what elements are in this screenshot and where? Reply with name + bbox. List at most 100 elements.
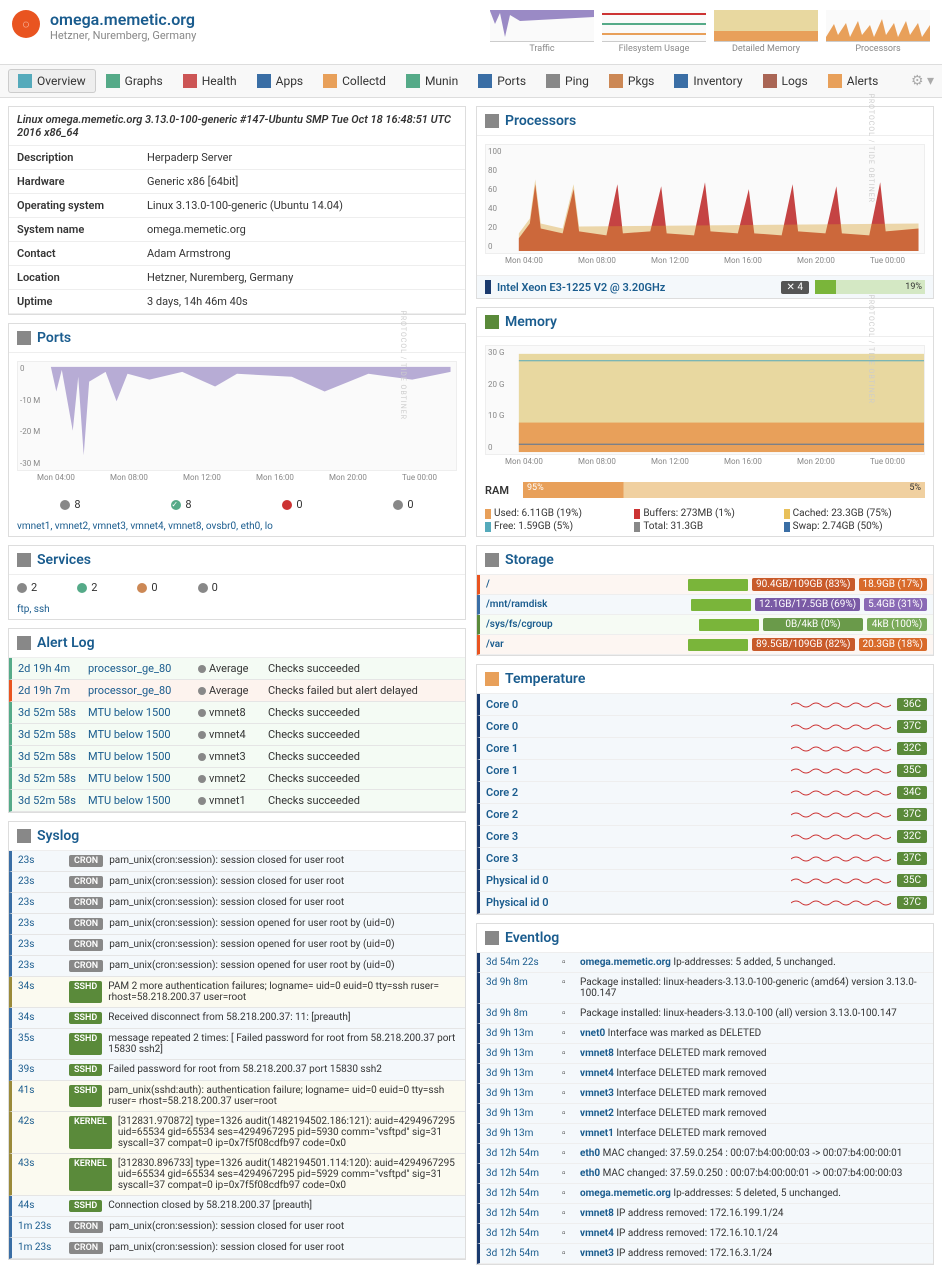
cpu-name[interactable]: Intel Xeon E3-1225 V2 @ 3.20GHz bbox=[497, 281, 775, 294]
event-row[interactable]: 3d 9h 8m▫Package installed: linux-header… bbox=[477, 973, 933, 1004]
event-row[interactable]: 3d 12h 54m▫vmnet8 IP address removed: 17… bbox=[477, 1204, 933, 1224]
temp-row[interactable]: Core 237C bbox=[477, 804, 933, 826]
syslog-row[interactable]: 34sSSHDPAM 2 more authentication failure… bbox=[9, 977, 465, 1008]
cpu-usage-bar: 19% bbox=[815, 280, 925, 294]
event-row[interactable]: 3d 12h 54m▫eth0 MAC changed: 37.59.0.254… bbox=[477, 1144, 933, 1164]
event-icon: ▫ bbox=[562, 1108, 574, 1119]
event-row[interactable]: 3d 12h 54m▫vmnet4 IP address removed: 17… bbox=[477, 1224, 933, 1244]
tab-pkgs[interactable]: Pkgs bbox=[599, 69, 664, 93]
storage-row[interactable]: /mnt/ramdisk12.1GB/17.5GB (69%)5.4GB (31… bbox=[477, 595, 933, 615]
tab-inventory[interactable]: Inventory bbox=[664, 69, 752, 93]
hostname[interactable]: omega.memetic.org bbox=[50, 10, 196, 29]
alert-row[interactable]: 2d 19h 7mprocessor_ge_80AverageChecks fa… bbox=[9, 680, 465, 702]
event-row[interactable]: 3d 9h 13m▫vnet0 Interface was marked as … bbox=[477, 1024, 933, 1044]
temp-row[interactable]: Core 037C bbox=[477, 716, 933, 738]
tab-alerts[interactable]: Alerts bbox=[818, 69, 889, 93]
alert-row[interactable]: 3d 52m 58sMTU below 1500vmnet2Checks suc… bbox=[9, 768, 465, 790]
temp-row[interactable]: Core 132C bbox=[477, 738, 933, 760]
storage-row[interactable]: /90.4GB/109GB (83%)18.9GB (17%) bbox=[477, 575, 933, 595]
event-row[interactable]: 3d 9h 13m▫vmnet3 Interface DELETED mark … bbox=[477, 1084, 933, 1104]
event-icon: ▫ bbox=[562, 1228, 574, 1239]
mini-chart-traffic[interactable]: Traffic bbox=[490, 10, 594, 54]
info-val: Generic x86 [64bit] bbox=[139, 170, 465, 194]
info-val: Herpaderp Server bbox=[139, 146, 465, 170]
event-row[interactable]: 3d 54m 22s▫omega.memetic.org Ip-addresse… bbox=[477, 953, 933, 973]
alert-row[interactable]: 3d 52m 58sMTU below 1500vmnet4Checks suc… bbox=[9, 724, 465, 746]
temp-row[interactable]: Core 234C bbox=[477, 782, 933, 804]
syslog-row[interactable]: 35sSSHDmessage repeated 2 times: [ Faile… bbox=[9, 1029, 465, 1060]
syslog-row[interactable]: 41sSSHDpam_unix(sshd:auth): authenticati… bbox=[9, 1081, 465, 1112]
event-row[interactable]: 3d 12h 54m▫eth0 MAC changed: 37.59.0.250… bbox=[477, 1164, 933, 1184]
syslog-row[interactable]: 39sSSHDFailed password for root from 58.… bbox=[9, 1060, 465, 1081]
tab-health[interactable]: Health bbox=[173, 69, 247, 93]
cpu-marker-icon bbox=[485, 280, 491, 294]
event-row[interactable]: 3d 9h 13m▫vmnet2 Interface DELETED mark … bbox=[477, 1104, 933, 1124]
temp-row[interactable]: Physical id 035C bbox=[477, 870, 933, 892]
syslog-row[interactable]: 23sCRONpam_unix(cron:session): session o… bbox=[9, 956, 465, 977]
mini-chart-detailed-memory[interactable]: Detailed Memory bbox=[714, 10, 818, 54]
tab-collectd[interactable]: Collectd bbox=[313, 69, 396, 93]
alert-row[interactable]: 2d 19h 4mprocessor_ge_80AverageChecks su… bbox=[9, 658, 465, 680]
temp-row[interactable]: Core 332C bbox=[477, 826, 933, 848]
info-key: Description bbox=[9, 146, 139, 170]
temp-row[interactable]: Physical id 037C bbox=[477, 892, 933, 914]
port-links[interactable]: vmnet1, vmnet2, vmnet3, vmnet4, vmnet8, … bbox=[9, 517, 465, 536]
info-key: Contact bbox=[9, 242, 139, 266]
services-icon bbox=[17, 553, 31, 567]
tab-ports[interactable]: Ports bbox=[468, 69, 536, 93]
storage-row[interactable]: /var89.5GB/109GB (82%)20.3GB (18%) bbox=[477, 635, 933, 655]
tab-apps[interactable]: Apps bbox=[247, 69, 314, 93]
event-icon: ▫ bbox=[562, 1028, 574, 1039]
tab-logs[interactable]: Logs bbox=[753, 69, 818, 93]
ports-chart[interactable]: 0-10 M-20 M-30 M PROTOCOL / TIDE OBTINER bbox=[17, 361, 457, 471]
syslog-row[interactable]: 23sCRONpam_unix(cron:session): session c… bbox=[9, 893, 465, 914]
event-row[interactable]: 3d 9h 8m▫Package installed: linux-header… bbox=[477, 1004, 933, 1024]
mem-legend-item: Free: 1.59GB (5%) bbox=[485, 521, 626, 532]
syslog-row[interactable]: 23sCRONpam_unix(cron:session): session o… bbox=[9, 914, 465, 935]
event-icon: ▫ bbox=[562, 1128, 574, 1139]
processors-chart[interactable]: 100806040200 PROTOCOL / TIDE OBTINER bbox=[485, 144, 925, 254]
temperature-icon bbox=[485, 672, 499, 686]
event-row[interactable]: 3d 9h 13m▫vmnet8 Interface DELETED mark … bbox=[477, 1044, 933, 1064]
syslog-row[interactable]: 34sSSHDReceived disconnect from 58.218.2… bbox=[9, 1008, 465, 1029]
event-row[interactable]: 3d 9h 13m▫vmnet4 Interface DELETED mark … bbox=[477, 1064, 933, 1084]
ram-label: RAM bbox=[485, 484, 515, 497]
tab-graphs[interactable]: Graphs bbox=[96, 69, 173, 93]
syslog-row[interactable]: 42sKERNEL[312831.970872] type=1326 audit… bbox=[9, 1112, 465, 1154]
event-row[interactable]: 3d 12h 54m▫vmnet3 IP address removed: 17… bbox=[477, 1244, 933, 1264]
storage-row[interactable]: /sys/fs/cgroup0B/4kB (0%)4kB (100%) bbox=[477, 615, 933, 635]
eventlog-icon bbox=[485, 931, 499, 945]
mem-legend-item: Total: 31.3GB bbox=[634, 521, 775, 532]
syslog-row[interactable]: 23sCRONpam_unix(cron:session): session c… bbox=[9, 851, 465, 872]
tab-ping[interactable]: Ping bbox=[536, 69, 599, 93]
temp-row[interactable]: Core 337C bbox=[477, 848, 933, 870]
alert-row[interactable]: 3d 52m 58sMTU below 1500vmnet8Checks suc… bbox=[9, 702, 465, 724]
syslog-row[interactable]: 44sSSHDConnection closed by 58.218.200.3… bbox=[9, 1196, 465, 1217]
info-val: Adam Armstrong bbox=[139, 242, 465, 266]
event-icon: ▫ bbox=[562, 957, 574, 968]
temp-row[interactable]: Core 036C bbox=[477, 694, 933, 716]
services-title: Services bbox=[37, 552, 91, 568]
syslog-row[interactable]: 1m 23sCRONpam_unix(cron:session): sessio… bbox=[9, 1217, 465, 1238]
alert-row[interactable]: 3d 52m 58sMTU below 1500vmnet3Checks suc… bbox=[9, 746, 465, 768]
mini-chart-filesystem-usage[interactable]: Filesystem Usage bbox=[602, 10, 706, 54]
service-links[interactable]: ftp, ssh bbox=[9, 600, 465, 619]
event-row[interactable]: 3d 9h 13m▫vmnet1 Interface DELETED mark … bbox=[477, 1124, 933, 1144]
syslog-row[interactable]: 23sCRONpam_unix(cron:session): session o… bbox=[9, 935, 465, 956]
alert-row[interactable]: 3d 52m 58sMTU below 1500vmnet1Checks suc… bbox=[9, 790, 465, 812]
syslog-row[interactable]: 1m 23sCRONpam_unix(cron:session): sessio… bbox=[9, 1238, 465, 1259]
nav-tabs: OverviewGraphsHealthAppsCollectdMuninPor… bbox=[0, 65, 942, 98]
event-row[interactable]: 3d 12h 54m▫omega.memetic.org Ip-addresse… bbox=[477, 1184, 933, 1204]
event-icon: ▫ bbox=[562, 1068, 574, 1079]
temp-row[interactable]: Core 135C bbox=[477, 760, 933, 782]
gear-icon[interactable]: ⚙ ▾ bbox=[911, 73, 934, 89]
mini-chart-processors[interactable]: Processors bbox=[826, 10, 930, 54]
memory-chart[interactable]: 30 G20 G10 G0 PROTOCOL / TIDE OBTINER bbox=[485, 345, 925, 455]
alertlog-icon bbox=[17, 636, 31, 650]
info-val: Hetzner, Nuremberg, Germany bbox=[139, 266, 465, 290]
syslog-row[interactable]: 23sCRONpam_unix(cron:session): session c… bbox=[9, 872, 465, 893]
tab-overview[interactable]: Overview bbox=[8, 69, 96, 93]
tab-munin[interactable]: Munin bbox=[396, 69, 468, 93]
memory-title: Memory bbox=[505, 314, 557, 330]
mem-legend-item: Buffers: 273MB (1%) bbox=[634, 508, 775, 519]
